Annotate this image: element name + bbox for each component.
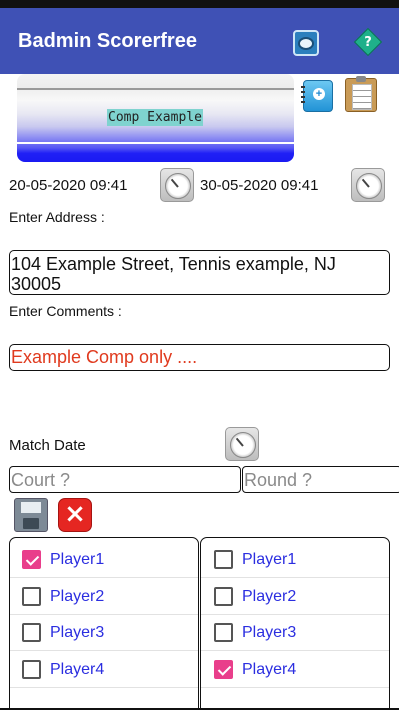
status-bar xyxy=(0,0,399,8)
save-icon[interactable] xyxy=(14,498,48,532)
list-item[interactable]: Player3 xyxy=(10,615,198,651)
player-name: Player1 xyxy=(242,550,297,568)
clipboard-icon[interactable] xyxy=(345,76,377,112)
checkbox[interactable] xyxy=(214,660,233,679)
camera-icon[interactable] xyxy=(293,30,319,56)
competition-banner[interactable]: Comp Example xyxy=(17,74,294,162)
court-input[interactable] xyxy=(9,466,241,493)
address-field[interactable]: 104 Example Street, Tennis example, NJ 3… xyxy=(9,250,390,295)
address-label: Enter Address : xyxy=(9,209,105,225)
list-item[interactable]: Player3 xyxy=(201,615,389,651)
player-name: Player1 xyxy=(50,550,105,568)
close-icon[interactable]: × xyxy=(58,498,92,532)
clock-icon[interactable] xyxy=(225,427,259,461)
checkbox[interactable] xyxy=(22,587,41,606)
player-name: Player4 xyxy=(50,660,105,678)
checkbox[interactable] xyxy=(22,550,41,569)
competition-name: Comp Example xyxy=(107,109,203,126)
clock-icon[interactable] xyxy=(351,168,385,202)
checkbox[interactable] xyxy=(214,550,233,569)
list-item[interactable]: Player1 xyxy=(10,542,198,578)
comments-field[interactable]: Example Comp only .... xyxy=(9,344,390,371)
list-item[interactable]: Player2 xyxy=(201,579,389,615)
comments-label: Enter Comments : xyxy=(9,303,122,319)
app-bar: Badmin Scorerfree ? xyxy=(0,8,399,74)
player-name: Player2 xyxy=(242,587,297,605)
player-list-left: Player1 Player2 Player3 Player4 xyxy=(9,537,199,710)
round-input[interactable] xyxy=(242,466,399,493)
checkbox[interactable] xyxy=(214,623,233,642)
end-date: 30-05-2020 09:41 xyxy=(200,177,319,194)
list-item[interactable]: Player4 xyxy=(10,652,198,688)
notebook-add-icon[interactable] xyxy=(301,80,333,112)
player-name: Player4 xyxy=(242,660,297,678)
clock-icon[interactable] xyxy=(160,168,194,202)
app-title: Badmin Scorerfree xyxy=(18,30,197,52)
match-date-label: Match Date xyxy=(9,437,86,454)
list-item[interactable]: Player2 xyxy=(10,579,198,615)
player-name: Player3 xyxy=(242,623,297,641)
player-name: Player2 xyxy=(50,587,105,605)
player-list-right: Player1 Player2 Player3 Player4 xyxy=(200,537,390,710)
list-item[interactable]: Player1 xyxy=(201,542,389,578)
start-date: 20-05-2020 09:41 xyxy=(9,177,128,194)
list-item[interactable]: Player4 xyxy=(201,652,389,688)
checkbox[interactable] xyxy=(22,623,41,642)
help-icon[interactable]: ? xyxy=(353,27,383,57)
checkbox[interactable] xyxy=(214,587,233,606)
player-name: Player3 xyxy=(50,623,105,641)
checkbox[interactable] xyxy=(22,660,41,679)
